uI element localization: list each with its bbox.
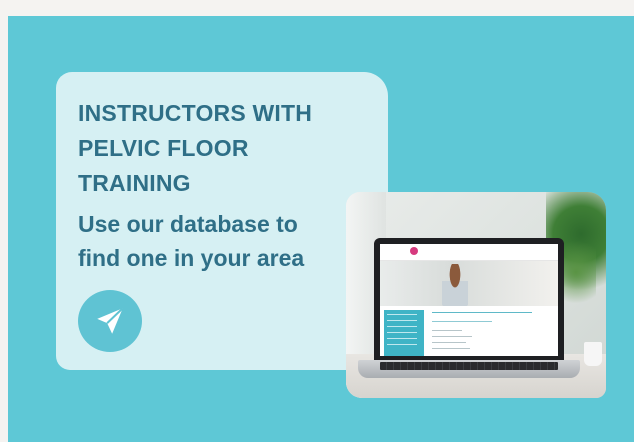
website-screenshot [380,244,558,356]
page-heading-line [432,312,532,313]
menu-line [387,344,417,345]
page-subheading-line [432,321,492,322]
send-button[interactable] [78,290,142,352]
site-hero-image [380,261,558,306]
mug-decoration [584,342,602,366]
paper-plane-icon [97,307,124,334]
person-image [442,264,468,306]
menu-line [387,326,417,327]
page-text-line [432,330,462,331]
site-header [380,244,558,261]
laptop-keyboard [380,362,558,370]
page-text-line [432,336,472,337]
laptop-screen [374,238,564,360]
menu-line [387,314,417,315]
site-side-menu [384,310,424,356]
menu-line [387,320,417,321]
site-logo-icon [410,247,418,255]
page-text-line [432,342,466,343]
menu-line [387,338,417,339]
card-subtitle: Use our database to find one in your are… [78,211,305,271]
page-text-line [432,348,470,349]
laptop-photo [346,192,606,398]
menu-line [387,332,417,333]
card-title: INSTRUCTORS WITH PELVIC FLOOR TRAINING [78,100,313,196]
